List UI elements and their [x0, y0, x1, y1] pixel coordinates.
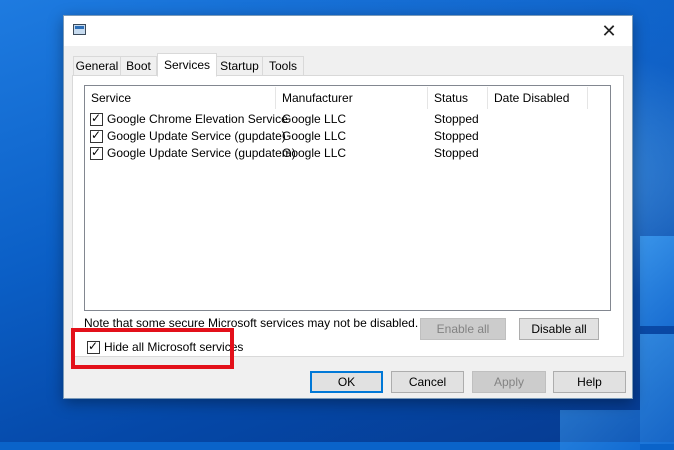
enable-all-button[interactable]: Enable all [420, 318, 506, 340]
service-manufacturer: Google LLC [282, 146, 347, 160]
apply-button[interactable]: Apply [472, 371, 546, 393]
list-item[interactable]: ✓ Google Chrome Elevation Service Google… [85, 111, 605, 128]
service-name: Google Chrome Elevation Service [107, 112, 288, 126]
column-header-date-disabled[interactable]: Date Disabled [488, 87, 588, 109]
service-status: Stopped [434, 129, 479, 143]
services-list[interactable]: Service Manufacturer Status Date Disable… [84, 85, 611, 311]
close-icon: ✕ [601, 20, 617, 42]
tab-tools[interactable]: Tools [262, 56, 304, 75]
title-bar[interactable]: ✕ [64, 16, 632, 46]
tab-services[interactable]: Services [157, 53, 217, 77]
list-item[interactable]: ✓ Google Update Service (gupdate) Google… [85, 128, 605, 145]
annotation-highlight-box [71, 328, 234, 369]
ok-button[interactable]: OK [310, 371, 383, 393]
service-checkbox[interactable]: ✓ [90, 145, 103, 160]
service-checkbox[interactable]: ✓ [90, 111, 103, 126]
wallpaper-pane [640, 236, 674, 326]
tab-boot[interactable]: Boot [120, 56, 157, 75]
system-configuration-icon [73, 24, 86, 35]
column-header-status[interactable]: Status [428, 87, 488, 109]
services-panel: Service Manufacturer Status Date Disable… [72, 75, 624, 357]
wallpaper-pane [640, 334, 674, 444]
cancel-button[interactable]: Cancel [391, 371, 464, 393]
close-button[interactable]: ✕ [586, 16, 632, 46]
service-name: Google Update Service (gupdate) [107, 129, 286, 143]
service-manufacturer: Google LLC [282, 112, 347, 126]
column-header-service[interactable]: Service [85, 87, 276, 109]
tab-startup[interactable]: Startup [216, 56, 263, 75]
tab-general[interactable]: General [73, 56, 121, 75]
help-button[interactable]: Help [553, 371, 626, 393]
check-icon: ✓ [91, 145, 102, 159]
wallpaper-pane [560, 410, 640, 450]
check-icon: ✓ [91, 128, 102, 142]
service-manufacturer: Google LLC [282, 129, 347, 143]
service-status: Stopped [434, 146, 479, 160]
service-checkbox[interactable]: ✓ [90, 128, 103, 143]
disable-all-button[interactable]: Disable all [519, 318, 599, 340]
column-header-manufacturer[interactable]: Manufacturer [276, 87, 428, 109]
service-status: Stopped [434, 112, 479, 126]
check-icon: ✓ [91, 111, 102, 125]
service-name: Google Update Service (gupdatem) [107, 146, 296, 160]
list-item[interactable]: ✓ Google Update Service (gupdatem) Googl… [85, 145, 605, 162]
